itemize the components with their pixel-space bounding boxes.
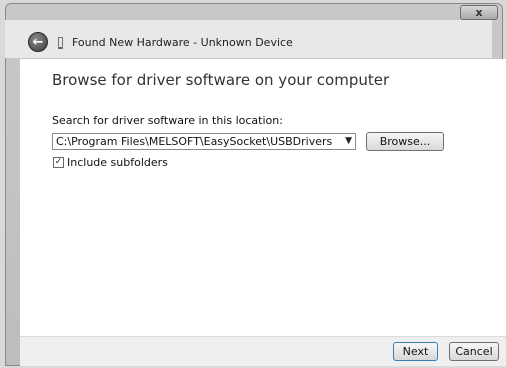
window-title: Found New Hardware - Unknown Device xyxy=(72,36,293,49)
device-icon xyxy=(58,37,63,49)
chevron-down-icon[interactable]: ▼ xyxy=(345,134,352,149)
content-panel xyxy=(20,59,506,336)
browse-button[interactable]: Browse... xyxy=(366,132,444,151)
cancel-button[interactable]: Cancel xyxy=(449,342,499,361)
search-location-label: Search for driver software in this locat… xyxy=(52,114,283,127)
back-button[interactable]: ← xyxy=(28,32,48,52)
driver-path-combobox[interactable]: C:\Program Files\MELSOFT\EasySocket\USBD… xyxy=(52,133,356,150)
browse-button-label: Browse... xyxy=(379,135,431,148)
close-button[interactable]: x xyxy=(460,5,498,20)
driver-path-value: C:\Program Files\MELSOFT\EasySocket\USBD… xyxy=(56,135,333,148)
include-subfolders-checkbox[interactable]: ✓ xyxy=(53,157,64,168)
next-button[interactable]: Next xyxy=(393,342,438,361)
page-heading: Browse for driver software on your compu… xyxy=(52,71,390,89)
next-button-label: Next xyxy=(402,345,429,358)
back-arrow-icon: ← xyxy=(32,34,44,50)
close-icon: x xyxy=(475,6,483,19)
include-subfolders-label[interactable]: Include subfolders xyxy=(67,156,168,169)
cancel-button-label: Cancel xyxy=(455,345,493,358)
